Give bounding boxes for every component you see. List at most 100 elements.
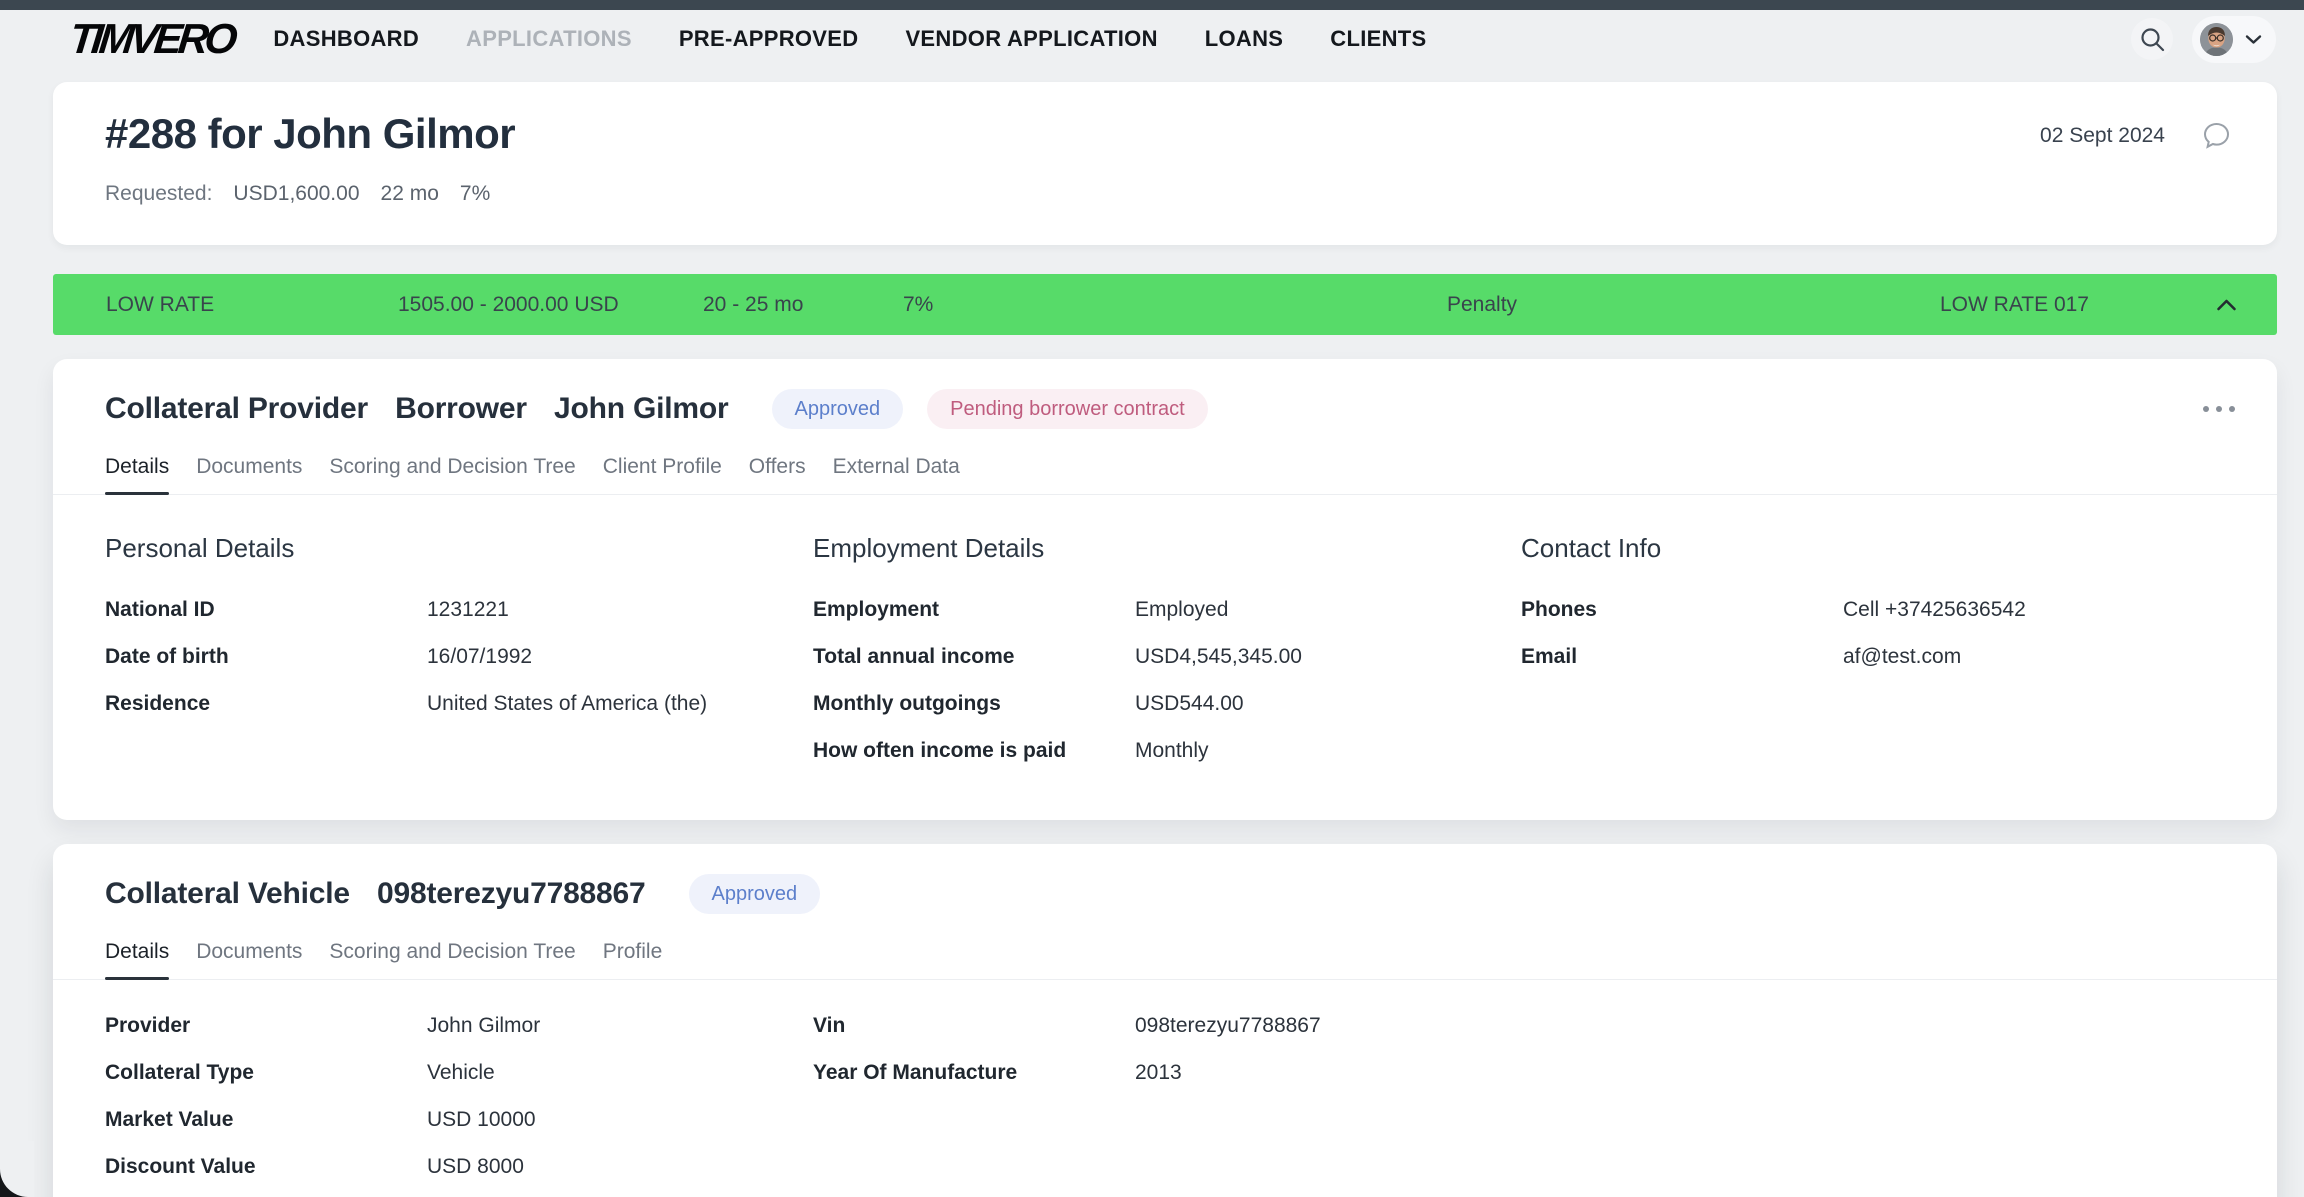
search-button[interactable] bbox=[2131, 18, 2173, 60]
title-vehicle-vin: 098terezyu7788867 bbox=[377, 877, 646, 910]
detail-row: Year Of Manufacture 2013 bbox=[813, 1049, 2237, 1096]
vehicle-card-header: Collateral Vehicle 098terezyu7788867 App… bbox=[53, 844, 2277, 980]
vehicle-status-badges: Approved bbox=[689, 874, 821, 914]
tab-client-profile[interactable]: Client Profile bbox=[603, 455, 722, 494]
tab-offers[interactable]: Offers bbox=[749, 455, 806, 494]
user-menu[interactable] bbox=[2192, 16, 2276, 63]
nav-item-loans[interactable]: LOANS bbox=[1205, 26, 1284, 52]
detail-value: 098terezyu7788867 bbox=[1135, 1014, 1321, 1038]
detail-label: Date of birth bbox=[105, 645, 427, 669]
detail-label: Year Of Manufacture bbox=[813, 1061, 1135, 1085]
nav-item-vendor-application[interactable]: VENDOR APPLICATION bbox=[905, 26, 1157, 52]
personal-details-heading: Personal Details bbox=[105, 533, 813, 564]
detail-label: Phones bbox=[1521, 598, 1843, 622]
title-collateral-provider: Collateral Provider bbox=[105, 392, 368, 425]
top-navbar: TIMVERO DASHBOARD APPLICATIONS PRE-APPRO… bbox=[0, 10, 2304, 68]
banner-program-name: LOW RATE bbox=[106, 293, 214, 317]
detail-row: Date of birth 16/07/1992 bbox=[105, 633, 813, 680]
vehicle-tabs: Details Documents Scoring and Decision T… bbox=[105, 940, 2237, 979]
search-icon bbox=[2139, 26, 2166, 53]
collateral-provider-card: Collateral Provider Borrower John Gilmor… bbox=[53, 359, 2277, 820]
employment-details-heading: Employment Details bbox=[813, 533, 1521, 564]
detail-value: Employed bbox=[1135, 598, 1228, 622]
provider-details-content: Personal Details National ID 1231221 Dat… bbox=[53, 495, 2277, 820]
detail-row: Phones Cell +37425636542 bbox=[1521, 586, 2237, 633]
requested-amount: USD1,600.00 bbox=[233, 182, 359, 206]
detail-label: Discount Value bbox=[105, 1155, 427, 1179]
rate-program-banner[interactable]: LOW RATE 1505.00 - 2000.00 USD 20 - 25 m… bbox=[53, 274, 2277, 335]
vehicle-card-title: Collateral Vehicle 098terezyu7788867 bbox=[105, 877, 665, 911]
detail-label: Monthly outgoings bbox=[813, 692, 1135, 716]
chevron-up-icon[interactable] bbox=[2216, 298, 2237, 311]
contact-info-section: Contact Info Phones Cell +37425636542 Em… bbox=[1521, 533, 2237, 774]
email-link[interactable]: af@test.com bbox=[1843, 645, 1961, 669]
title-collateral-vehicle: Collateral Vehicle bbox=[105, 877, 350, 910]
nav-item-dashboard[interactable]: DASHBOARD bbox=[273, 26, 419, 52]
detail-row: Discount Value USD 8000 bbox=[105, 1143, 813, 1190]
window-bottom-left-corner bbox=[0, 1141, 34, 1197]
provider-status-badges: Approved Pending borrower contract bbox=[772, 389, 1208, 429]
detail-label: Email bbox=[1521, 645, 1843, 669]
vehicle-left-column: Provider John Gilmor Collateral Type Veh… bbox=[105, 1002, 813, 1190]
detail-value: 2013 bbox=[1135, 1061, 1182, 1085]
collateral-vehicle-card: Collateral Vehicle 098terezyu7788867 App… bbox=[53, 844, 2277, 1197]
detail-row: Collateral Type Vehicle bbox=[105, 1049, 813, 1096]
status-badge-approved: Approved bbox=[772, 389, 904, 429]
detail-value: Monthly bbox=[1135, 739, 1209, 763]
detail-row: Residence United States of America (the) bbox=[105, 680, 813, 727]
requested-term: 22 mo bbox=[381, 182, 439, 206]
phone-link[interactable]: Cell +37425636542 bbox=[1843, 598, 2026, 622]
timvero-logo[interactable]: TIMVERO bbox=[68, 18, 236, 60]
detail-row: Monthly outgoings USD544.00 bbox=[813, 680, 1521, 727]
detail-label: How often income is paid bbox=[813, 739, 1135, 763]
detail-row: Employment Employed bbox=[813, 586, 1521, 633]
nav-item-applications[interactable]: APPLICATIONS bbox=[466, 26, 632, 52]
tab-scoring-decision-tree[interactable]: Scoring and Decision Tree bbox=[329, 940, 575, 979]
banner-rate: 7% bbox=[903, 293, 933, 317]
banner-amount-range: 1505.00 - 2000.00 USD bbox=[398, 293, 619, 317]
application-title: #288 for John Gilmor bbox=[105, 110, 2232, 158]
banner-term-range: 20 - 25 mo bbox=[703, 293, 803, 317]
personal-details-section: Personal Details National ID 1231221 Dat… bbox=[105, 533, 813, 774]
nav-item-clients[interactable]: CLIENTS bbox=[1330, 26, 1426, 52]
requested-label: Requested: bbox=[105, 182, 212, 206]
banner-penalty-label: Penalty bbox=[1447, 293, 1517, 317]
vehicle-details-content: Provider John Gilmor Collateral Type Veh… bbox=[53, 980, 2277, 1197]
status-badge-approved: Approved bbox=[689, 874, 821, 914]
detail-row: Vin 098terezyu7788867 bbox=[813, 1002, 2237, 1049]
tab-external-data[interactable]: External Data bbox=[833, 455, 960, 494]
detail-row: National ID 1231221 bbox=[105, 586, 813, 633]
tab-documents[interactable]: Documents bbox=[196, 940, 302, 979]
card-menu-button[interactable] bbox=[2201, 396, 2237, 422]
avatar bbox=[2200, 23, 2233, 56]
detail-value: USD 10000 bbox=[427, 1108, 536, 1132]
employment-details-section: Employment Details Employment Employed T… bbox=[813, 533, 1521, 774]
detail-value: USD544.00 bbox=[1135, 692, 1244, 716]
detail-value: United States of America (the) bbox=[427, 692, 707, 716]
detail-label: Provider bbox=[105, 1014, 427, 1038]
detail-label: Market Value bbox=[105, 1108, 427, 1132]
provider-tabs: Details Documents Scoring and Decision T… bbox=[105, 455, 2237, 494]
application-header-card: #288 for John Gilmor Requested: USD1,600… bbox=[53, 82, 2277, 245]
tab-details[interactable]: Details bbox=[105, 455, 169, 494]
detail-label: National ID bbox=[105, 598, 427, 622]
detail-value: Vehicle bbox=[427, 1061, 495, 1085]
tab-details[interactable]: Details bbox=[105, 940, 169, 979]
detail-row: Provider John Gilmor bbox=[105, 1002, 813, 1049]
detail-value: USD 8000 bbox=[427, 1155, 524, 1179]
provider-card-title: Collateral Provider Borrower John Gilmor bbox=[105, 392, 748, 426]
chevron-down-icon bbox=[2245, 34, 2262, 45]
nav-item-pre-approved[interactable]: PRE-APPROVED bbox=[679, 26, 859, 52]
detail-label: Employment bbox=[813, 598, 1135, 622]
application-date: 02 Sept 2024 bbox=[2040, 124, 2165, 148]
comments-button[interactable] bbox=[2201, 120, 2232, 151]
tab-scoring-decision-tree[interactable]: Scoring and Decision Tree bbox=[329, 455, 575, 494]
tab-documents[interactable]: Documents bbox=[196, 455, 302, 494]
banner-product-code: LOW RATE 017 bbox=[1940, 293, 2089, 317]
tab-profile[interactable]: Profile bbox=[603, 940, 663, 979]
requested-summary: Requested: USD1,600.00 22 mo 7% bbox=[105, 182, 2232, 206]
nav-right-cluster bbox=[2131, 16, 2276, 63]
window-top-strip bbox=[0, 0, 2304, 10]
page-body: #288 for John Gilmor Requested: USD1,600… bbox=[0, 82, 2304, 1197]
detail-row: Email af@test.com bbox=[1521, 633, 2237, 680]
